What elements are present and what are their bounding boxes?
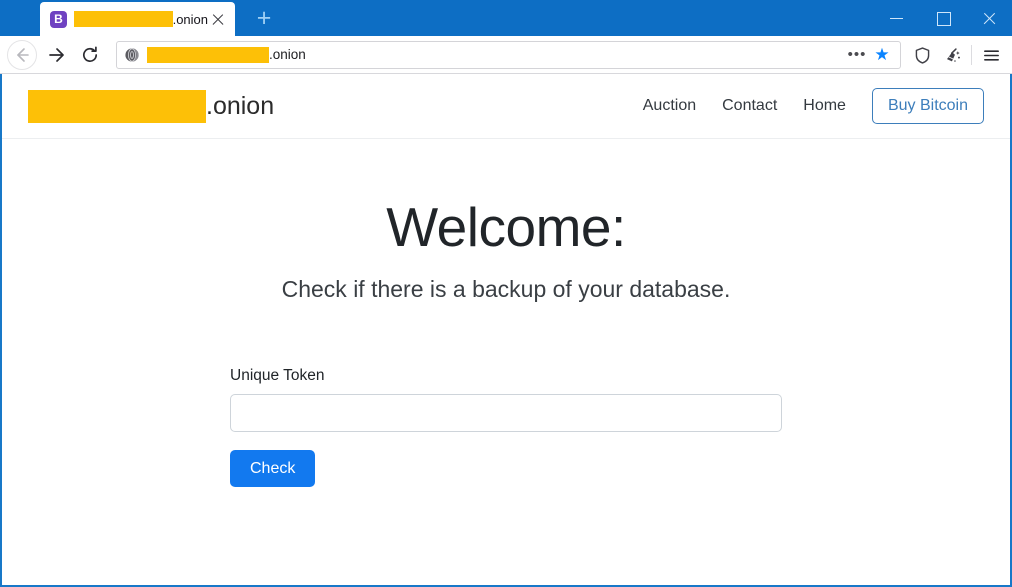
browser-window: B .onion + [0, 0, 1012, 587]
bookmark-star-icon[interactable]: ★ [870, 46, 894, 63]
main-content: Welcome: Check if there is a backup of y… [2, 139, 1010, 585]
hamburger-menu-icon[interactable] [976, 40, 1006, 70]
new-tab-button[interactable]: + [248, 5, 280, 33]
url-bar[interactable]: .onion ••• ★ [116, 41, 901, 69]
url-redaction [147, 47, 269, 63]
buy-bitcoin-button[interactable]: Buy Bitcoin [872, 88, 984, 124]
url-text: .onion [147, 47, 844, 63]
reload-button[interactable] [74, 39, 106, 71]
toolbar-separator [971, 45, 972, 65]
nav-link-contact[interactable]: Contact [722, 97, 777, 115]
shield-icon[interactable] [907, 40, 937, 70]
tab-title-suffix: .onion [173, 12, 208, 27]
brand-redaction [28, 90, 206, 123]
site-brand[interactable]: .onion [28, 90, 274, 123]
reload-icon [80, 45, 100, 65]
page-actions-icon[interactable]: ••• [844, 50, 870, 60]
tab-title: .onion [74, 11, 208, 27]
page-title: Welcome: [2, 197, 1010, 258]
page-viewport: .onion Auction Contact Home Buy Bitcoin … [0, 74, 1012, 587]
url-bar-actions: ••• ★ [844, 46, 896, 63]
site-navigation: Auction Contact Home Buy Bitcoin [617, 88, 984, 124]
tab-title-redaction [74, 11, 173, 27]
unique-token-label: Unique Token [230, 367, 782, 385]
nav-link-auction[interactable]: Auction [643, 97, 696, 115]
nav-link-home[interactable]: Home [803, 97, 846, 115]
broom-icon[interactable] [937, 40, 967, 70]
close-window-icon[interactable] [966, 0, 1012, 36]
forward-button[interactable] [40, 39, 72, 71]
back-arrow-icon [12, 45, 32, 65]
browser-toolbar: .onion ••• ★ [0, 36, 1012, 74]
tab-close-icon[interactable] [208, 9, 228, 29]
page-subtitle: Check if there is a backup of your datab… [2, 276, 1010, 303]
site-header: .onion Auction Contact Home Buy Bitcoin [2, 74, 1010, 139]
brand-suffix: .onion [206, 92, 274, 121]
unique-token-input[interactable] [230, 394, 782, 432]
minimize-icon[interactable] [874, 0, 920, 36]
url-suffix: .onion [269, 47, 306, 62]
onion-site-icon [124, 47, 140, 63]
browser-tab[interactable]: B .onion [40, 2, 235, 36]
window-controls [874, 0, 1012, 36]
forward-arrow-icon [46, 45, 66, 65]
title-bar: B .onion + [0, 0, 1012, 36]
token-form: Unique Token Check [230, 303, 782, 487]
maximize-icon[interactable] [920, 0, 966, 36]
tab-favicon-icon: B [50, 11, 67, 28]
back-button[interactable] [6, 39, 38, 71]
toolbar-icons [907, 40, 1006, 70]
check-button[interactable]: Check [230, 450, 315, 487]
